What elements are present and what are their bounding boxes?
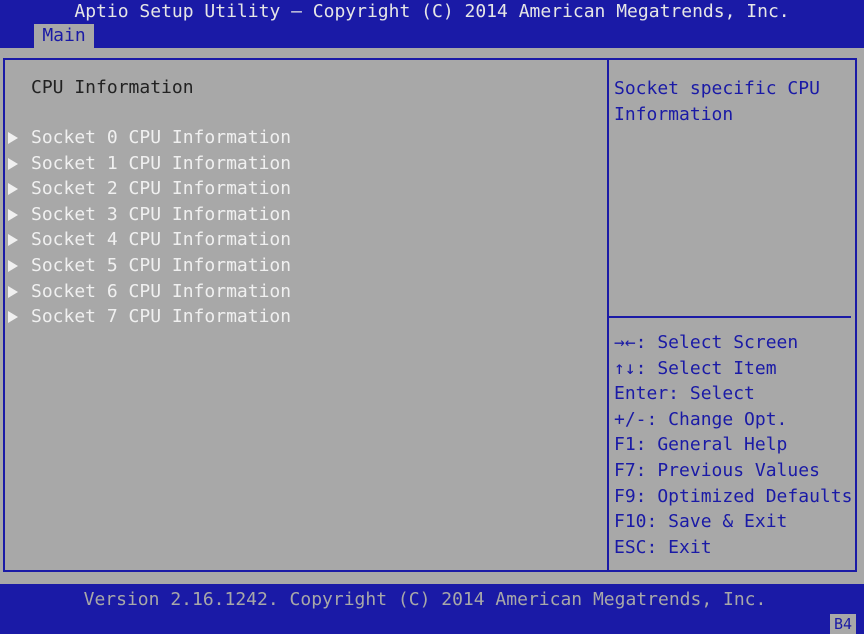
help-description: Socket specific CPU Information [614,78,820,125]
menu-item-label: Socket 4 CPU Information [31,229,292,251]
menu-item-label: Socket 3 CPU Information [31,203,292,225]
key-hint-select-screen: →←: Select Screen [614,332,799,353]
footer-bar: Version 2.16.1242. Copyright (C) 2014 Am… [0,584,864,634]
menu-item-label: Socket 2 CPU Information [31,178,292,200]
submenu-arrow-icon [8,157,18,170]
submenu-arrow-icon [8,285,18,298]
panel-divider-horizontal [609,316,851,318]
key-hint-change-opt: +/-: Change Opt. [614,408,788,430]
version-text: Version 2.16.1242. Copyright (C) 2014 Am… [83,589,767,610]
menu-item-label: Socket 5 CPU Information [31,254,292,276]
key-hint-enter: Enter: Select [614,383,755,405]
key-hint-general-help: F1: General Help [614,434,788,456]
section-title: CPU Information [31,77,194,98]
submenu-arrow-icon [8,208,18,221]
key-hint-select-item: ↑↓: Select Item [614,357,777,379]
key-hint-exit: ESC: Exit [614,536,712,558]
post-code-badge: B4 [830,614,856,634]
title-bar: Aptio Setup Utility – Copyright (C) 2014… [0,0,864,48]
menu-item-label: Socket 0 CPU Information [31,127,292,148]
menu-item-label: Socket 7 CPU Information [31,306,292,328]
submenu-arrow-icon [8,234,18,247]
key-hint-optimized-defaults: F9: Optimized Defaults [614,485,853,507]
tab-main[interactable]: Main [34,24,94,48]
title-text: Aptio Setup Utility – Copyright (C) 2014… [74,1,790,22]
panel-divider-vertical [607,58,609,572]
submenu-arrow-icon [8,183,18,196]
menu-item-label: Socket 1 CPU Information [31,152,292,174]
key-legend: →←: Select Screen ↑↓: Select Item Enter:… [614,332,852,562]
menu-item-label: Socket 6 CPU Information [31,280,292,302]
key-hint-previous-values: F7: Previous Values [614,459,820,481]
key-hint-save-exit: F10: Save & Exit [614,511,788,533]
submenu-arrow-icon [8,132,18,144]
submenu-arrow-icon [8,311,18,324]
submenu-arrow-icon [8,259,18,272]
